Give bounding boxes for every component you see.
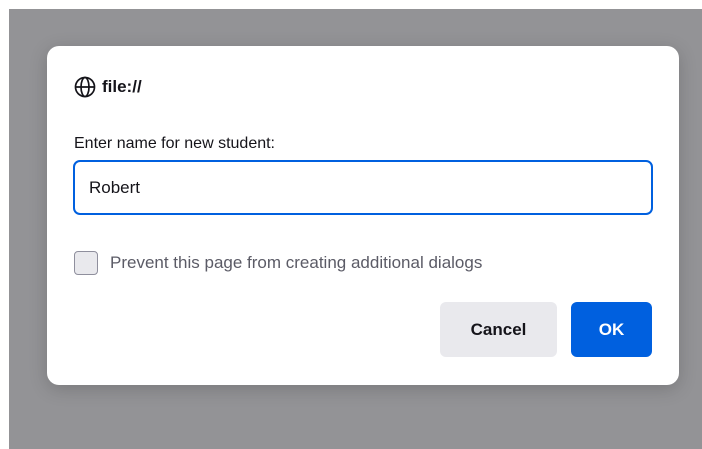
prevent-dialogs-checkbox[interactable] bbox=[74, 251, 98, 275]
dialog-origin: file:// bbox=[74, 75, 142, 99]
page-backdrop: file:// Enter name for new student: Prev… bbox=[9, 9, 702, 449]
prevent-dialogs-label[interactable]: Prevent this page from creating addition… bbox=[110, 253, 482, 273]
prompt-label: Enter name for new student: bbox=[74, 135, 275, 152]
prompt-dialog: file:// Enter name for new student: Prev… bbox=[47, 46, 679, 385]
prevent-dialogs-row[interactable]: Prevent this page from creating addition… bbox=[74, 251, 482, 275]
student-name-input[interactable] bbox=[73, 160, 653, 215]
origin-text: file:// bbox=[102, 77, 142, 96]
globe-icon bbox=[74, 76, 96, 98]
cancel-button[interactable]: Cancel bbox=[440, 302, 557, 357]
ok-button[interactable]: OK bbox=[571, 302, 652, 357]
